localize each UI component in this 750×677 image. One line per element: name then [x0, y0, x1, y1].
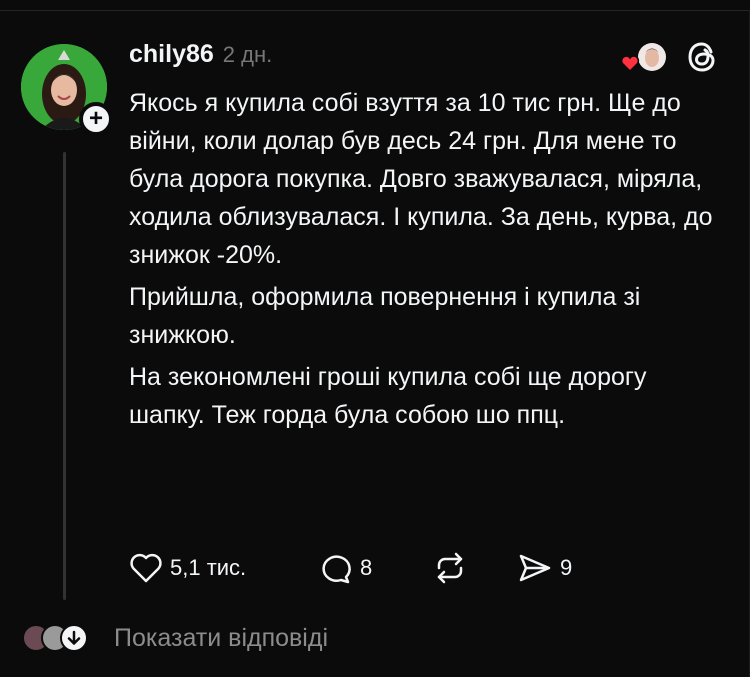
top-divider [0, 10, 750, 11]
repost-button[interactable] [431, 551, 517, 585]
like-count: 5,1 тис. [170, 555, 247, 580]
post-timestamp[interactable]: 2 дн. [223, 42, 272, 68]
send-arrow-icon [519, 554, 551, 582]
red-heart-icon [620, 55, 640, 73]
replies-footer[interactable]: Показати відповіді [22, 620, 328, 656]
heart-outline-icon [130, 553, 162, 583]
post-paragraph: Якось я купила собі взуття за 10 тис грн… [129, 89, 713, 269]
comment-count: 8 [360, 555, 373, 580]
post-actions-bar: 5,1 тис. 8 9 [129, 548, 572, 588]
expand-replies-button[interactable] [60, 624, 88, 652]
like-button[interactable]: 5,1 тис. [129, 553, 319, 583]
repost-arrows-icon [437, 552, 463, 584]
arrow-down-icon [67, 630, 81, 645]
author-avatar-container[interactable]: + [21, 44, 113, 136]
thread-connector-line [63, 152, 66, 600]
liked-by-author-indicator [620, 40, 670, 76]
post-body: Якось я купила собі взуття за 10 тис грн… [129, 84, 729, 438]
share-count: 9 [560, 555, 573, 580]
share-button[interactable]: 9 [517, 552, 572, 584]
speech-bubble-icon [322, 555, 351, 584]
post-header: chily86 2 дн. [129, 40, 272, 76]
username-link[interactable]: chily86 [129, 40, 214, 69]
show-replies-link[interactable]: Показати відповіді [114, 624, 328, 653]
threads-logo-icon[interactable] [685, 40, 719, 74]
follow-plus-button[interactable]: + [79, 102, 113, 136]
comment-button[interactable]: 8 [319, 552, 431, 584]
plus-icon: + [88, 105, 103, 132]
post-paragraph: Прийшла, оформила повернення і купила зі… [129, 283, 641, 349]
post-paragraph: На зекономлені гроші купила собі ще доро… [129, 363, 647, 429]
